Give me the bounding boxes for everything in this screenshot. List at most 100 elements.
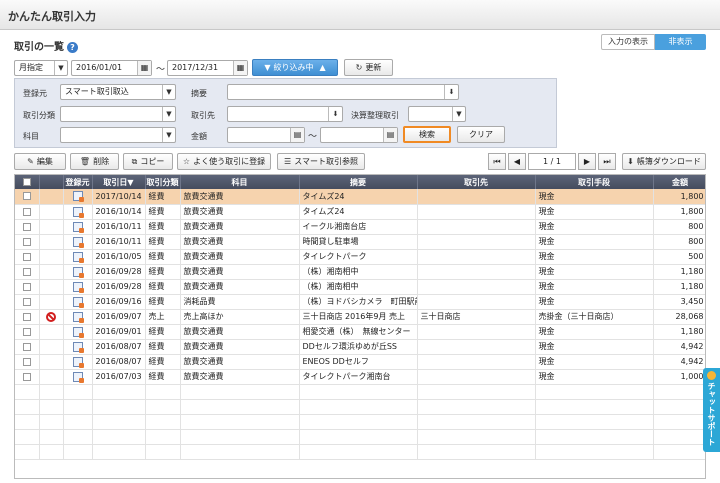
empty-cell: [63, 444, 93, 460]
row-checkbox-cell[interactable]: [15, 294, 40, 310]
prev-page-button[interactable]: ◀: [508, 153, 526, 170]
empty-cell: [299, 414, 418, 430]
empty-cell: [39, 444, 64, 460]
summary-input[interactable]: ⬇: [227, 84, 459, 100]
page-indicator[interactable]: 1 / 1: [528, 153, 576, 170]
table-row[interactable]: 2016/09/28 経費 旅費交通費 （株）湘南相中 現金 1,180: [15, 279, 705, 295]
partner-input[interactable]: ⬇: [227, 106, 343, 122]
search-button[interactable]: 検索: [403, 126, 451, 143]
calculator-icon[interactable]: ▤: [383, 128, 397, 142]
row-checkbox-cell[interactable]: [15, 309, 40, 325]
header-date[interactable]: 取引日▼: [92, 175, 146, 189]
row-checkbox-cell[interactable]: [15, 264, 40, 280]
table-row[interactable]: 2016/08/07 経費 旅費交通費 ENEOS DDセルフ 現金 4,942: [15, 354, 705, 370]
table-row[interactable]: 2016/09/28 経費 旅費交通費 （株）湘南相中 現金 1,180: [15, 264, 705, 280]
row-amount: 1,800: [653, 189, 705, 205]
next-page-button[interactable]: ▶: [578, 153, 596, 170]
table-row[interactable]: 2016/10/11 経費 旅費交通費 時間貸し駐車場 現金 800: [15, 234, 705, 250]
row-checkbox-cell[interactable]: [15, 219, 40, 235]
subject-select[interactable]: ▼: [60, 127, 176, 143]
header-subject[interactable]: 科目: [180, 175, 300, 189]
row-checkbox[interactable]: [22, 207, 31, 216]
refresh-button[interactable]: ↻ 更新: [344, 59, 393, 76]
row-summary: 三十日商店 2016年9月 売上: [299, 309, 418, 325]
arrow-down-icon[interactable]: ⬇: [328, 107, 342, 121]
header-partner[interactable]: 取引先: [417, 175, 536, 189]
row-summary: タイレクトパーク: [299, 249, 418, 265]
table-row[interactable]: 2016/09/16経費消耗品費（株）ヨドバシカメラ 町田駅前店 現金3,450: [15, 294, 705, 310]
row-date: 2016/09/28: [92, 264, 146, 280]
hide-input-button[interactable]: 非表示: [655, 34, 706, 50]
row-source-cell: [63, 279, 93, 295]
register-favorite-button[interactable]: ☆ よく使う取引に登録: [177, 153, 271, 170]
row-subject: 売上高ほか: [180, 309, 300, 325]
row-method: 現金: [535, 369, 654, 385]
help-icon[interactable]: ?: [67, 41, 78, 53]
row-checkbox-cell[interactable]: [15, 369, 40, 385]
table-row[interactable]: 2016/09/01 経費 旅費交通費 相愛交通（株） 無線センター 現金 1,180: [15, 324, 705, 340]
row-checkbox-cell[interactable]: [15, 354, 40, 370]
calendar-icon[interactable]: ▦: [233, 61, 247, 75]
header-amount[interactable]: 金額: [653, 175, 705, 189]
header-class[interactable]: 取引分類: [145, 175, 181, 189]
row-checkbox[interactable]: [22, 222, 31, 231]
row-checkbox[interactable]: [22, 357, 31, 366]
row-checkbox-cell[interactable]: [15, 189, 40, 205]
header-summary[interactable]: 摘要: [299, 175, 418, 189]
row-checkbox-cell[interactable]: [15, 279, 40, 295]
row-checkbox[interactable]: [22, 327, 31, 336]
table-row[interactable]: 2016/10/14 経費 旅費交通費 タイムズ24 現金 1,800: [15, 204, 705, 220]
date-from-field[interactable]: 2016/01/01 ▦: [71, 60, 152, 76]
source-select[interactable]: スマート取引取込 ▼: [60, 84, 176, 100]
download-button[interactable]: ⬇ 帳簿ダウンロード: [622, 153, 706, 170]
header-select-all[interactable]: [15, 175, 40, 189]
table-row[interactable]: 2016/09/07 売上 売上高ほか 三十日商店 2016年9月 売上 三十日商店 売掛…: [15, 309, 705, 325]
row-checkbox[interactable]: [22, 372, 31, 381]
smart-ref-button[interactable]: ☰ スマート取引参照: [277, 153, 365, 170]
row-checkbox-cell[interactable]: [15, 249, 40, 265]
table-row[interactable]: 2016/10/05 経費 旅費交通費 タイレクトパーク 現金 500: [15, 249, 705, 265]
category-select[interactable]: ▼: [60, 106, 176, 122]
empty-cell: [145, 399, 181, 415]
header-method[interactable]: 取引手段: [535, 175, 654, 189]
row-checkbox[interactable]: [22, 237, 31, 246]
row-checkbox-cell[interactable]: [15, 339, 40, 355]
row-checkbox[interactable]: [22, 297, 31, 306]
table-row[interactable]: 2016/08/07 経費 旅費交通費 DDセルフ環浜ゆめが丘SS 現金 4,942: [15, 339, 705, 355]
calculator-icon[interactable]: ▤: [290, 128, 304, 142]
row-checkbox-cell[interactable]: [15, 204, 40, 220]
period-mode-select[interactable]: 月指定 ▼: [14, 60, 68, 76]
row-checkbox[interactable]: [22, 192, 31, 201]
row-checkbox[interactable]: [22, 342, 31, 351]
row-checkbox-cell[interactable]: [15, 234, 40, 250]
last-page-button[interactable]: ⏭: [598, 153, 616, 170]
show-input-button[interactable]: 入力の表示: [601, 34, 655, 50]
row-checkbox[interactable]: [22, 252, 31, 261]
row-checkbox[interactable]: [22, 267, 31, 276]
table-row[interactable]: 2017/10/14 経費 旅費交通費 タイムズ24 現金 1,800: [15, 189, 705, 205]
first-page-button[interactable]: ⏮: [488, 153, 506, 170]
empty-cell: [39, 414, 64, 430]
settlement-select[interactable]: ▼: [408, 106, 466, 122]
select-all-checkbox[interactable]: [22, 178, 31, 186]
arrow-down-icon[interactable]: ⬇: [444, 85, 458, 99]
date-to-value: 2017/12/31: [172, 63, 219, 72]
chat-support-tab[interactable]: チャットサポート: [703, 368, 720, 452]
amount-to-input[interactable]: ▤: [320, 127, 398, 143]
table-row[interactable]: 2016/10/11 経費 旅費交通費 イークル湘南台店 現金 800: [15, 219, 705, 235]
delete-button[interactable]: 🗑 削除: [70, 153, 119, 170]
empty-cell: [145, 384, 181, 400]
filter-toggle-button[interactable]: ▼ 絞り込み中 ▲: [252, 59, 338, 76]
clear-button[interactable]: クリア: [457, 126, 505, 143]
row-checkbox-cell[interactable]: [15, 324, 40, 340]
row-checkbox[interactable]: [22, 282, 31, 291]
header-source[interactable]: 登録元: [63, 175, 93, 189]
table-row[interactable]: 2016/07/03 経費 旅費交通費 タイレクトパーク湘南台 現金 1,000: [15, 369, 705, 385]
row-partner: [417, 204, 536, 220]
date-to-field[interactable]: 2017/12/31 ▦: [167, 60, 248, 76]
edit-button[interactable]: ✎ 編集: [14, 153, 66, 170]
copy-button[interactable]: ⧉ コピー: [123, 153, 173, 170]
calendar-icon[interactable]: ▦: [137, 61, 151, 75]
row-checkbox[interactable]: [22, 312, 31, 321]
amount-from-input[interactable]: ▤: [227, 127, 305, 143]
